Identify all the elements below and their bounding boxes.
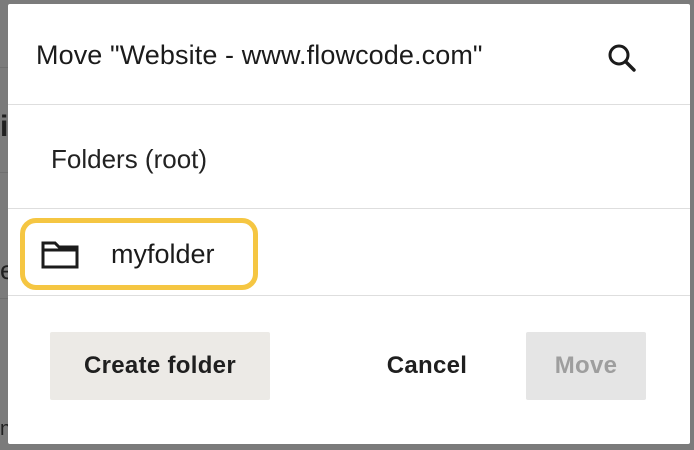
background-divider [0, 172, 8, 173]
dialog-title: Move "Website - www.flowcode.com" [36, 40, 483, 70]
create-folder-button[interactable]: Create folder [50, 332, 270, 400]
cancel-button[interactable]: Cancel [354, 332, 500, 400]
folder-name: myfolder [111, 239, 215, 269]
folder-item-myfolder[interactable]: myfolder [20, 218, 258, 290]
background-divider [0, 67, 8, 68]
move-button[interactable]: Move [526, 332, 646, 400]
dialog-footer: Create folder Cancel Move [8, 296, 690, 444]
background-divider [0, 298, 8, 299]
search-button[interactable] [602, 38, 642, 78]
root-folder-row[interactable]: Folders (root) [8, 105, 690, 209]
folder-list: myfolder [8, 209, 690, 296]
folder-icon [41, 241, 79, 269]
root-folder-label: Folders (root) [51, 144, 208, 174]
move-dialog: Move "Website - www.flowcode.com" Folder… [8, 4, 690, 444]
dialog-header: Move "Website - www.flowcode.com" [8, 4, 690, 105]
search-icon [608, 44, 636, 72]
